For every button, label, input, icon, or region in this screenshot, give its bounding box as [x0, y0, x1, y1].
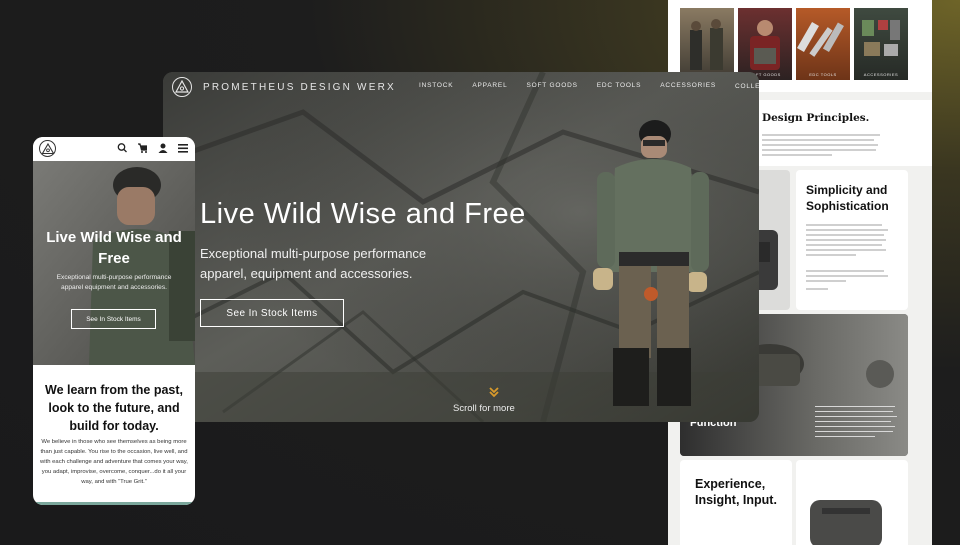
mobile-see-in-stock-button[interactable]: See In Stock Items — [71, 309, 156, 329]
hero-subtitle: Exceptional multi-purpose performance ap… — [200, 246, 427, 281]
text-line — [815, 431, 893, 433]
text-line — [762, 149, 876, 151]
mobile-hero: Live Wild Wise and Free Exceptional mult… — [33, 161, 195, 365]
triangle-logo-icon — [175, 80, 189, 93]
desktop-hero-window: PROMETHEUS DESIGN WERX INSTOCK APPAREL S… — [163, 72, 759, 422]
text-line — [762, 144, 878, 146]
people-image — [690, 19, 723, 70]
thumb-label: ACCESSORIES — [863, 72, 899, 77]
nav-item-edc-tools[interactable]: EDC TOOLS — [597, 82, 642, 90]
category-thumb-accessories[interactable]: ACCESSORIES — [854, 8, 908, 80]
card-title: Simplicity and Sophistication — [806, 183, 889, 213]
text-line — [806, 254, 856, 256]
mobile-hero-title: Live Wild Wise and Free — [46, 229, 182, 267]
simplicity-card: Simplicity and Sophistication — [796, 170, 908, 310]
logo-icon[interactable] — [39, 140, 56, 157]
top-navigation: PROMETHEUS DESIGN WERX INSTOCK APPAREL S… — [163, 72, 759, 102]
bag-image-card — [796, 460, 908, 545]
hero-title: Live Wild Wise and Free — [200, 198, 526, 230]
text-line — [762, 154, 832, 156]
cart-icon[interactable] — [137, 142, 147, 154]
text-line — [815, 416, 897, 418]
section-heading: Design Principles. — [762, 112, 870, 124]
nav-item-soft-goods[interactable]: SOFT GOODS — [526, 82, 577, 90]
menu-icon[interactable] — [178, 142, 188, 154]
text-line — [762, 139, 874, 141]
see-in-stock-button[interactable]: See In Stock Items — [200, 299, 344, 327]
experience-card: Experience, Insight, Input. — [680, 460, 792, 545]
text-line — [806, 234, 884, 236]
mobile-preview: Live Wild Wise and Free Exceptional mult… — [33, 137, 195, 505]
thumb-label: EDC TOOLS — [809, 72, 837, 77]
nav-item-apparel[interactable]: APPAREL — [472, 82, 507, 90]
text-line — [806, 244, 882, 246]
nav-item-instock[interactable]: INSTOCK — [419, 82, 453, 90]
nav-item-accessories[interactable]: ACCESSORIES — [660, 82, 716, 90]
mobile-hero-subtitle: Exceptional multi-purpose performance ap… — [56, 274, 172, 291]
text-line — [806, 229, 888, 231]
mobile-accent-bar — [33, 502, 195, 505]
main-menu: INSTOCK APPAREL SOFT GOODS EDC TOOLS ACC… — [419, 82, 759, 90]
text-line — [815, 436, 875, 438]
text-line — [806, 270, 884, 272]
text-line — [815, 411, 893, 413]
text-line — [806, 239, 886, 241]
mobile-learn-body: We believe in those who see themselves a… — [40, 439, 188, 485]
bag-image — [810, 500, 882, 545]
search-icon[interactable] — [117, 142, 127, 154]
category-thumb-apparel[interactable] — [680, 8, 734, 80]
nav-item-collections[interactable]: COLLECTIONS ⌄ — [735, 82, 759, 90]
text-line — [815, 426, 895, 428]
text-line — [806, 288, 828, 290]
text-line — [815, 421, 891, 423]
mobile-learn-heading: We learn from the past, look to the futu… — [45, 383, 183, 433]
text-line — [806, 280, 846, 282]
mobile-navigation — [33, 137, 195, 161]
text-line — [815, 406, 895, 408]
text-line — [806, 249, 886, 251]
brand-name[interactable]: PROMETHEUS DESIGN WERX — [203, 82, 396, 93]
account-icon[interactable] — [158, 142, 168, 154]
tools-image — [797, 22, 844, 57]
logo-icon[interactable] — [172, 77, 192, 97]
chevron-down-icon[interactable] — [488, 386, 500, 398]
category-thumb-edc-tools[interactable]: EDC TOOLS — [796, 8, 850, 80]
card-title: Experience, Insight, Input. — [695, 477, 777, 507]
text-line — [806, 224, 882, 226]
triangle-logo-icon — [41, 142, 54, 154]
scroll-for-more-label[interactable]: Scroll for more — [453, 403, 515, 414]
gear-items-image — [862, 20, 900, 56]
category-thumb-soft-goods[interactable]: SOFT GOODS — [738, 8, 792, 80]
text-line — [762, 134, 880, 136]
text-line — [806, 275, 888, 277]
person-image — [750, 20, 780, 70]
